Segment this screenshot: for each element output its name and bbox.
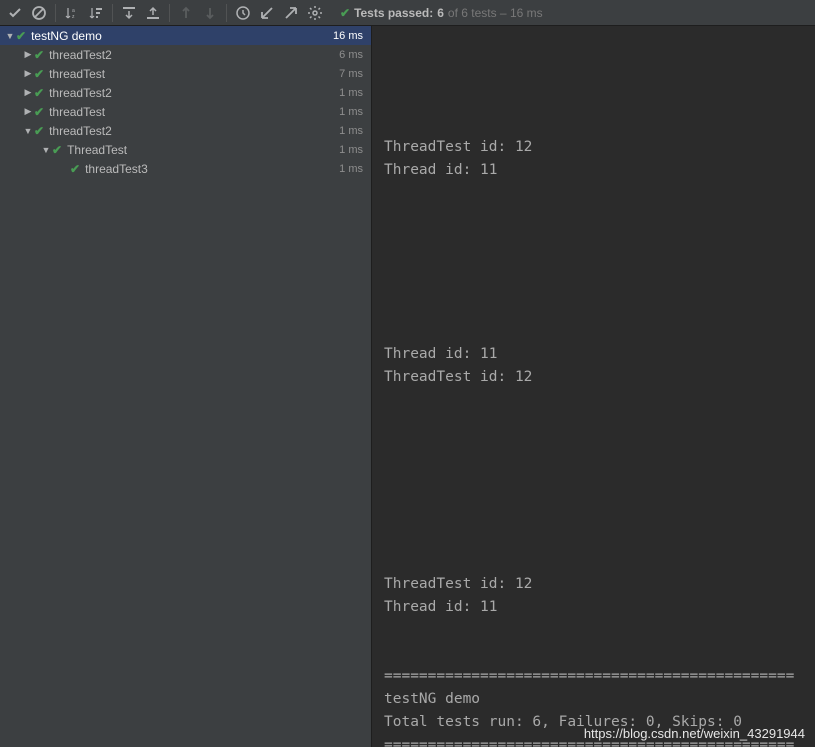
export-results-button[interactable]	[280, 2, 302, 24]
chevron-down-icon[interactable]: ▼	[4, 31, 16, 41]
check-icon: ✔	[340, 6, 350, 20]
tree-row-time: 16 ms	[333, 30, 363, 42]
sort-duration-button[interactable]	[85, 2, 107, 24]
show-passed-toggle[interactable]	[4, 2, 26, 24]
check-icon: ✔	[34, 86, 44, 100]
tree-row-label: testNG demo	[31, 29, 102, 43]
tree-row-time: 1 ms	[339, 125, 363, 137]
chevron-right-icon[interactable]: ▶	[22, 106, 34, 117]
check-icon: ✔	[52, 143, 62, 157]
check-icon: ✔	[70, 162, 80, 176]
tree-row-label: threadTest2	[49, 86, 112, 100]
tree-row-label: threadTest	[49, 67, 105, 81]
tree-row-time: 1 ms	[339, 87, 363, 99]
check-icon: ✔	[34, 48, 44, 62]
toolbar-separator	[112, 4, 113, 22]
test-tree-row[interactable]: ▶✔ threadTest2 6 ms	[0, 45, 371, 64]
tree-row-time: 1 ms	[339, 106, 363, 118]
status-rest: of 6 tests – 16 ms	[448, 6, 543, 20]
test-tree-row[interactable]: ▶✔ threadTest 7 ms	[0, 64, 371, 83]
toolbar-separator	[169, 4, 170, 22]
prev-failed-button	[175, 2, 197, 24]
console-pane[interactable]: ThreadTest id: 12 Thread id: 11 Thread i…	[372, 26, 815, 747]
svg-text:z: z	[72, 14, 75, 20]
status-label: Tests passed:	[354, 6, 433, 20]
test-tree-row[interactable]: ▼✔ testNG demo 16 ms	[0, 26, 371, 45]
tree-row-time: 6 ms	[339, 49, 363, 61]
check-icon: ✔	[16, 29, 26, 43]
test-tree-row[interactable]: ▶✔threadTest31 ms	[0, 159, 371, 178]
watermark-text: https://blog.csdn.net/weixin_43291944	[584, 726, 805, 741]
tree-row-time: 1 ms	[339, 163, 363, 175]
tree-row-label: threadTest2	[49, 124, 112, 138]
test-tree-row[interactable]: ▶✔ threadTest 1 ms	[0, 102, 371, 121]
settings-button[interactable]	[304, 2, 326, 24]
tree-row-label: threadTest	[49, 105, 105, 119]
chevron-right-icon[interactable]: ▶	[22, 49, 34, 60]
collapse-all-button[interactable]	[142, 2, 164, 24]
check-icon: ✔	[34, 67, 44, 81]
test-tree-row[interactable]: ▶✔ threadTest2 1 ms	[0, 83, 371, 102]
show-ignored-toggle[interactable]	[28, 2, 50, 24]
test-tree-pane[interactable]: ▼✔testNG demo16 ms▶✔threadTest26 ms▶✔thr…	[0, 26, 372, 747]
tree-row-label: ThreadTest	[67, 143, 127, 157]
toolbar-separator	[226, 4, 227, 22]
test-status-bar: ✔ Tests passed: 6 of 6 tests – 16 ms	[340, 6, 543, 20]
tree-row-label: threadTest3	[85, 162, 148, 176]
tree-row-time: 7 ms	[339, 68, 363, 80]
chevron-down-icon[interactable]: ▼	[22, 126, 34, 136]
test-history-button[interactable]	[232, 2, 254, 24]
chevron-down-icon[interactable]: ▼	[40, 145, 52, 155]
next-failed-button	[199, 2, 221, 24]
status-count: 6	[437, 6, 444, 20]
expand-all-button[interactable]	[118, 2, 140, 24]
toolbar-separator	[55, 4, 56, 22]
sort-alpha-button[interactable]: az	[61, 2, 83, 24]
test-tree-row[interactable]: ▼✔ ThreadTest 1 ms	[0, 140, 371, 159]
check-icon: ✔	[34, 124, 44, 138]
toolbar: az ✔ Tests passed: 6 of 6 tests – 16 ms	[0, 0, 815, 26]
chevron-right-icon[interactable]: ▶	[22, 68, 34, 79]
console-output: ThreadTest id: 12 Thread id: 11 Thread i…	[372, 26, 815, 747]
import-results-button[interactable]	[256, 2, 278, 24]
chevron-right-icon[interactable]: ▶	[22, 87, 34, 98]
test-tree-row[interactable]: ▼✔ threadTest2 1 ms	[0, 121, 371, 140]
tree-row-time: 1 ms	[339, 144, 363, 156]
check-icon: ✔	[34, 105, 44, 119]
tree-row-label: threadTest2	[49, 48, 112, 62]
